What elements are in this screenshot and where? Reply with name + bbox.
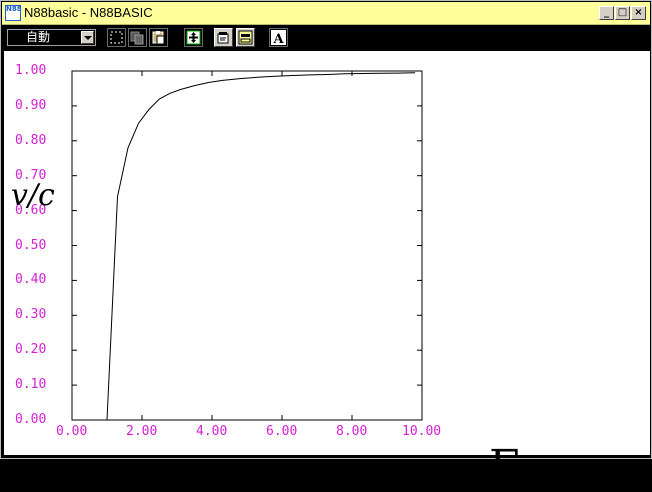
mode-select[interactable]: 自動 <box>7 29 96 46</box>
y-tick-label: 0.50 <box>15 237 47 253</box>
plot-area <box>71 70 423 421</box>
chevron-down-icon[interactable] <box>81 31 94 44</box>
app-window: N88 N88basic - N88BASIC _ □ × 自動 A 1.00 … <box>0 0 652 490</box>
paste-button[interactable] <box>149 28 168 47</box>
x-tick-label: 10.00 <box>402 424 442 439</box>
y-tick-label: 0.30 <box>15 307 47 323</box>
series-line <box>106 72 416 421</box>
app-icon[interactable]: N88 <box>5 5 22 21</box>
maximize-button[interactable]: □ <box>615 6 630 20</box>
select-area-button[interactable] <box>107 28 126 47</box>
fit-window-icon <box>186 30 201 45</box>
properties-button[interactable] <box>214 28 233 47</box>
graphics-canvas: 1.00 0.90 0.80 0.70 0.60 0.50 0.40 0.30 0.20 0.10… <box>4 51 650 490</box>
x-tick-label: 2.00 <box>126 424 158 439</box>
x-axis-label: Γ <box>489 441 520 492</box>
toolbar: 自動 A <box>2 25 650 51</box>
copy-icon <box>130 31 144 45</box>
y-tick-label: 0.00 <box>15 412 47 427</box>
y-axis-label: v/c <box>11 178 55 213</box>
x-tick-label: 6.00 <box>266 424 298 439</box>
dashed-rect-icon <box>110 31 123 44</box>
y-tick-label: 0.20 <box>15 342 47 358</box>
window-mode-button[interactable] <box>236 28 255 47</box>
fit-window-button[interactable] <box>184 28 203 47</box>
x-tick-label: 4.00 <box>196 424 228 439</box>
y-tick-label: 0.80 <box>15 132 47 148</box>
paste-icon <box>152 31 165 45</box>
font-icon-label: A <box>272 32 284 45</box>
x-tick-label: 8.00 <box>336 424 368 439</box>
minimize-button[interactable]: _ <box>599 6 614 20</box>
plot-frame <box>71 70 423 421</box>
y-tick-label: 0.40 <box>15 272 47 288</box>
font-button[interactable]: A <box>269 28 288 47</box>
x-tick-label: 0.00 <box>56 424 88 439</box>
title-bar[interactable]: N88 N88basic - N88BASIC _ □ × <box>2 2 650 25</box>
y-tick-label: 0.10 <box>15 377 47 393</box>
properties-icon <box>217 32 229 44</box>
close-button[interactable]: × <box>631 6 646 20</box>
font-icon: A <box>271 30 286 45</box>
copy-button[interactable] <box>128 28 147 47</box>
window-mode-icon <box>238 30 253 45</box>
mode-select-value: 自動 <box>26 30 51 44</box>
y-tick-label: 0.90 <box>15 97 47 113</box>
window-title: N88basic - N88BASIC <box>24 5 153 20</box>
y-tick-label: 1.00 <box>15 63 47 78</box>
